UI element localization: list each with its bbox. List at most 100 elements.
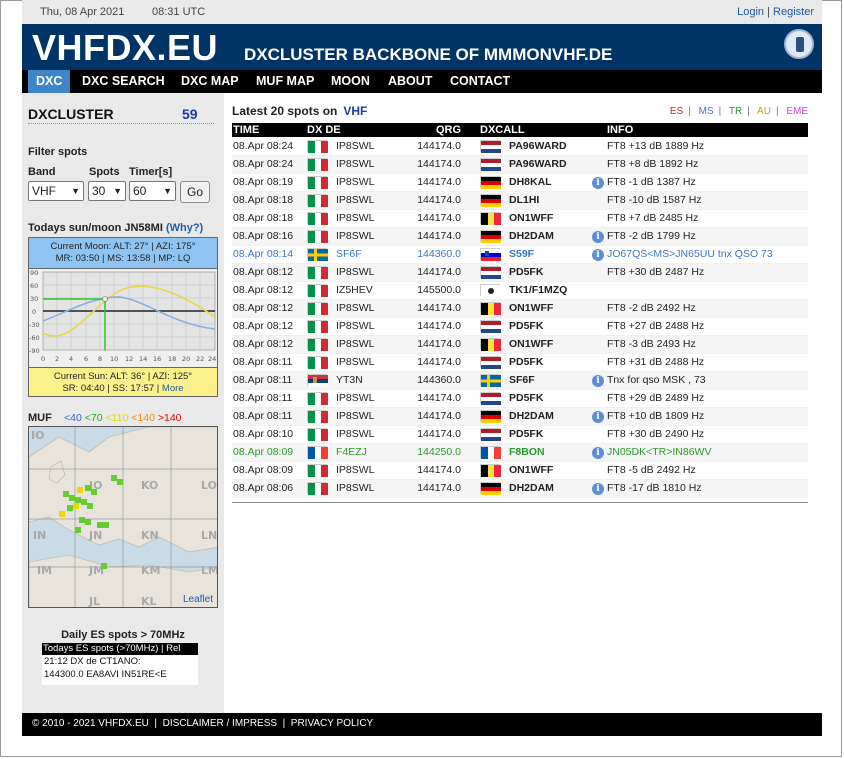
spot-dxcall[interactable]: PD5FK <box>509 428 543 440</box>
info-icon[interactable]: i <box>592 482 604 495</box>
spot-spotter[interactable]: IP8SWL <box>336 158 375 170</box>
table-row[interactable]: 08.Apr 08:09 IP8SWL 144174.0 ON1WFF FT8 -5 d… <box>232 461 808 480</box>
table-row[interactable]: 08.Apr 08:06 IP8SWL 144174.0 DH2DAM i FT8 -17… <box>232 479 808 498</box>
spot-dxcall[interactable]: PA96WARD <box>509 158 567 170</box>
table-row[interactable]: 08.Apr 08:19 IP8SWL 144174.0 DH8KAL i FT8 -1 … <box>232 173 808 192</box>
spot-spotter[interactable]: IP8SWL <box>336 320 375 332</box>
table-row[interactable]: 08.Apr 08:09 F4EZJ 144250.0 F8BON i JN05DK<TR… <box>232 443 808 462</box>
spot-spotter[interactable]: IP8SWL <box>336 212 375 224</box>
footer-privacy-link[interactable]: PRIVACY POLICY <box>291 718 373 729</box>
spot-spotter[interactable]: F4EZJ <box>336 446 367 458</box>
spot-spotter[interactable]: IP8SWL <box>336 338 375 350</box>
nav-moon[interactable]: MOON <box>323 70 378 93</box>
mobile-phone-icon[interactable] <box>784 29 814 59</box>
nav-dxc[interactable]: DXC <box>28 70 71 93</box>
spot-spotter[interactable]: IP8SWL <box>336 464 375 476</box>
go-button[interactable]: Go <box>180 181 210 203</box>
spot-spotter[interactable]: IP8SWL <box>336 356 375 368</box>
spot-dxcall[interactable]: ON1WFF <box>509 338 553 350</box>
spots-select[interactable]: 30 ▼ <box>88 181 126 201</box>
spot-spotter[interactable]: IP8SWL <box>336 428 375 440</box>
table-row[interactable]: 08.Apr 08:11 IP8SWL 144174.0 PD5FK FT8 +31 d… <box>232 353 808 372</box>
country-flag-icon <box>480 481 501 495</box>
spot-dxcall[interactable]: DH2DAM <box>509 410 554 422</box>
spot-spotter[interactable]: IP8SWL <box>336 392 375 404</box>
muf-legend-item: <70 <box>84 412 103 424</box>
table-row[interactable]: 08.Apr 08:10 IP8SWL 144174.0 PD5FK FT8 +30 d… <box>232 425 808 444</box>
muf-map[interactable]: IO JO KO LO IN JN KN LN IM JM KM LM JL K… <box>28 426 218 608</box>
table-row[interactable]: 08.Apr 08:12 IP8SWL 144174.0 ON1WFF FT8 -2 d… <box>232 299 808 318</box>
spot-spotter[interactable]: IP8SWL <box>336 194 375 206</box>
spot-dxcall[interactable]: DH2DAM <box>509 482 554 494</box>
login-link[interactable]: Login <box>737 6 764 18</box>
filter-ms[interactable]: MS <box>699 106 714 117</box>
spot-spotter[interactable]: IP8SWL <box>336 266 375 278</box>
leaflet-attribution[interactable]: Leaflet <box>183 594 213 605</box>
info-icon[interactable]: i <box>592 410 604 423</box>
spot-dxcall[interactable]: DH8KAL <box>509 176 552 188</box>
timer-select[interactable]: 60 ▼ <box>129 181 176 201</box>
info-icon[interactable]: i <box>592 248 604 261</box>
spot-dxcall[interactable]: ON1WFF <box>509 302 553 314</box>
why-link[interactable]: (Why?) <box>166 222 203 234</box>
spot-spotter[interactable]: IZ5HEV <box>336 284 373 296</box>
spot-dxcall[interactable]: PD5FK <box>509 320 543 332</box>
land-europe <box>29 427 217 553</box>
more-link[interactable]: More <box>162 383 184 394</box>
info-icon[interactable]: i <box>592 176 604 189</box>
spot-dxcall[interactable]: DH2DAM <box>509 230 554 242</box>
table-row[interactable]: 08.Apr 08:12 IP8SWL 144174.0 PD5FK FT8 +30 d… <box>232 263 808 282</box>
spot-dxcall[interactable]: SF6F <box>509 374 535 386</box>
table-row[interactable]: 08.Apr 08:24 IP8SWL 144174.0 PA96WARD FT8 +8… <box>232 155 808 174</box>
filter-tr[interactable]: TR <box>729 106 742 117</box>
spot-dxcall[interactable]: DL1HI <box>509 194 539 206</box>
spot-spotter[interactable]: IP8SWL <box>336 482 375 494</box>
spot-dxcall[interactable]: PD5FK <box>509 266 543 278</box>
nav-about[interactable]: ABOUT <box>380 70 440 93</box>
nav-dxc-search[interactable]: DXC SEARCH <box>74 70 173 93</box>
table-row[interactable]: 08.Apr 08:12 IP8SWL 144174.0 ON1WFF FT8 -3 d… <box>232 335 808 354</box>
spot-dx-de-cell: IP8SWL <box>306 191 404 210</box>
filter-au[interactable]: AU <box>757 106 771 117</box>
spot-dxcall[interactable]: S59F <box>509 248 534 260</box>
spots-label: Spots <box>89 166 120 178</box>
band-select[interactable]: VHF ▼ <box>28 181 84 201</box>
table-row[interactable]: 08.Apr 08:18 IP8SWL 144174.0 DL1HI FT8 -10 d… <box>232 191 808 210</box>
spot-spotter[interactable]: IP8SWL <box>336 140 375 152</box>
info-icon[interactable]: i <box>592 230 604 243</box>
table-row[interactable]: 08.Apr 08:12 IZ5HEV 145500.0 TK1/F1MZQ <box>232 281 808 300</box>
info-icon[interactable]: i <box>592 374 604 387</box>
spot-spotter[interactable]: IP8SWL <box>336 302 375 314</box>
table-row[interactable]: 08.Apr 08:18 IP8SWL 144174.0 ON1WFF FT8 +7 d… <box>232 209 808 228</box>
table-row[interactable]: 08.Apr 08:11 IP8SWL 144174.0 DH2DAM i FT8 +10… <box>232 407 808 426</box>
table-row[interactable]: 08.Apr 08:12 IP8SWL 144174.0 PD5FK FT8 +27 d… <box>232 317 808 336</box>
table-row[interactable]: 08.Apr 08:24 IP8SWL 144174.0 PA96WARD FT8 +1… <box>232 137 808 156</box>
filter-es[interactable]: ES <box>670 106 683 117</box>
spot-dxcall[interactable]: ON1WFF <box>509 212 553 224</box>
spot-dxcall[interactable]: PD5FK <box>509 392 543 404</box>
table-row[interactable]: 08.Apr 08:11 IP8SWL 144174.0 PD5FK FT8 +29 d… <box>232 389 808 408</box>
info-icon[interactable]: i <box>592 446 604 459</box>
nav-dxc-map[interactable]: DXC MAP <box>173 70 247 93</box>
spot-dxcall[interactable]: F8BON <box>509 446 545 458</box>
spot-spotter[interactable]: IP8SWL <box>336 230 375 242</box>
spot-dxcall[interactable]: PA96WARD <box>509 140 567 152</box>
country-flag-icon <box>307 230 328 244</box>
spot-dxcall[interactable]: TK1/F1MZQ <box>509 284 567 296</box>
table-row[interactable]: 08.Apr 08:14 SF6F 144360.0 S59F i JO67QS<MS>J… <box>232 245 808 264</box>
site-logo[interactable]: VHFDX.EU <box>32 27 218 69</box>
filter-eme[interactable]: EME <box>786 106 808 117</box>
nav-contact[interactable]: CONTACT <box>442 70 518 93</box>
register-link[interactable]: Register <box>773 6 814 18</box>
spot-spotter[interactable]: SF6F <box>336 248 362 260</box>
spot-dxcall[interactable]: PD5FK <box>509 356 543 368</box>
table-row[interactable]: 08.Apr 08:16 IP8SWL 144174.0 DH2DAM i FT8 -2 … <box>232 227 808 246</box>
footer-disclaimer-link[interactable]: DISCLAIMER / IMPRESS <box>163 718 277 729</box>
spot-spotter[interactable]: YT3N <box>336 374 363 386</box>
spot-spotter[interactable]: IP8SWL <box>336 410 375 422</box>
grid-label: KO <box>141 479 158 492</box>
table-row[interactable]: 08.Apr 08:11 YT3N 144360.0 SF6F i Tnx for qso… <box>232 371 808 390</box>
spot-spotter[interactable]: IP8SWL <box>336 176 375 188</box>
spot-dxcall[interactable]: ON1WFF <box>509 464 553 476</box>
nav-muf-map[interactable]: MUF MAP <box>248 70 322 93</box>
